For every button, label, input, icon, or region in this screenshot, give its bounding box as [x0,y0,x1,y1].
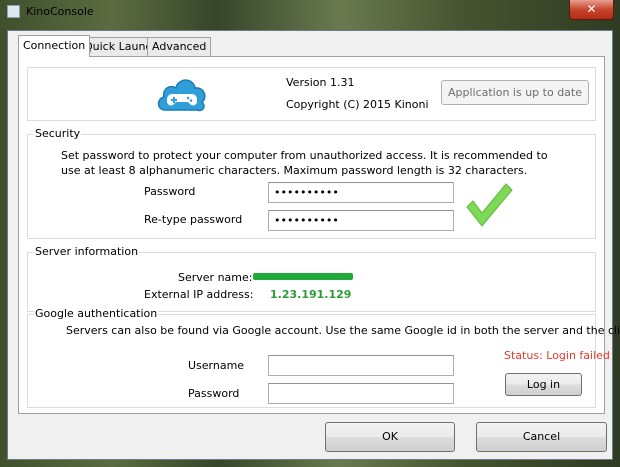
password-field[interactable]: •••••••••• [268,182,454,203]
google-auth-legend: Google authentication [34,307,159,320]
cancel-button[interactable]: Cancel [476,422,607,452]
copyright-text: Copyright (C) 2015 Kinoni [286,98,429,111]
cloud-gamepad-icon [155,72,209,114]
ok-button[interactable]: OK [325,422,455,452]
login-status-text: Status: Login failed [504,349,610,362]
checkmark-icon [464,181,514,231]
dialog-client-area: Connection Quick Launch Advanced Version… [7,30,620,460]
version-text: Version 1.31 [286,76,355,89]
google-password-label: Password [188,387,240,400]
login-button[interactable]: Log in [505,373,582,396]
retype-password-label: Re-type password [144,213,243,226]
update-status-button[interactable]: Application is up to date [441,80,589,105]
server-info-section: Server information Server name: External… [27,245,596,312]
security-legend: Security [34,127,82,140]
ip-address-value: 1.23.191.129 [270,288,352,301]
connection-tab-panel: Version 1.31 Copyright (C) 2015 Kinoni A… [18,56,620,414]
server-info-legend: Server information [34,245,140,258]
title-bar[interactable]: KinoConsole ✕ [0,0,620,24]
google-auth-description: Servers can also be found via Google acc… [66,324,620,337]
password-label: Password [144,185,196,198]
app-icon[interactable] [7,5,20,18]
security-section: Security Set password to protect your co… [27,127,596,239]
close-button[interactable]: ✕ [569,0,614,20]
about-section: Version 1.31 Copyright (C) 2015 Kinoni A… [27,67,596,121]
google-auth-section: Google authentication Servers can also b… [27,307,620,408]
tab-connection[interactable]: Connection [18,35,91,57]
retype-password-field[interactable]: •••••••••• [268,210,454,231]
app-window: KinoConsole ✕ Connection Quick Launch Ad… [0,0,620,467]
tab-advanced[interactable]: Advanced [147,37,212,56]
window-title: KinoConsole [26,5,94,18]
google-username-field[interactable] [268,355,454,376]
server-name-redacted [253,273,353,280]
server-name-label: Server name: [178,271,253,284]
security-description: Set password to protect your computer fr… [61,149,548,177]
google-password-field[interactable] [268,383,454,404]
google-username-label: Username [188,359,245,372]
ip-address-label: External IP address: [144,288,254,301]
